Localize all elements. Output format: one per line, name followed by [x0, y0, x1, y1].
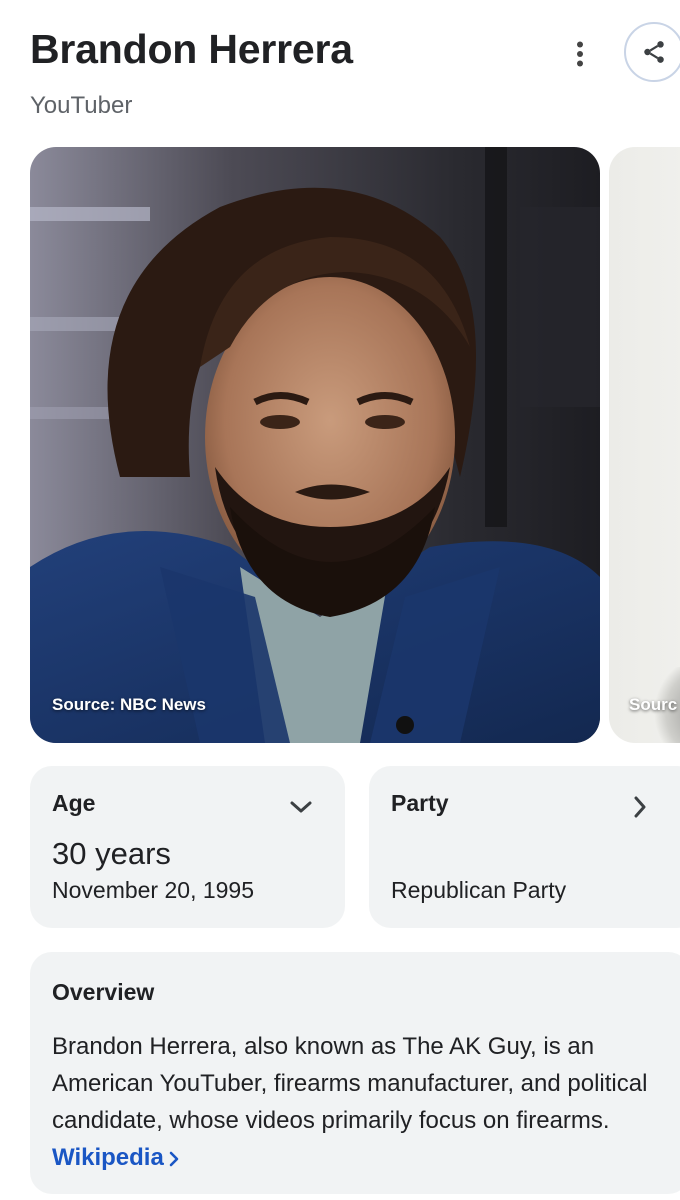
more-options-button[interactable] [560, 34, 600, 74]
entity-photo[interactable]: Source: NBC News [30, 147, 600, 743]
overview-description: Brandon Herrera, also known as The AK Gu… [52, 1033, 648, 1134]
age-card[interactable]: Age 30 years November 20, 1995 [30, 766, 345, 928]
wikipedia-link-label: Wikipedia [52, 1144, 164, 1171]
chevron-right-icon [169, 1151, 179, 1166]
next-photo[interactable]: Sourc [609, 147, 680, 743]
party-card[interactable]: Party Republican Party [369, 766, 680, 928]
chevron-right-icon [625, 792, 655, 822]
image-carousel[interactable]: Source: NBC News Sourc [30, 147, 680, 743]
portrait-image [30, 147, 600, 743]
party-label: Party [391, 790, 449, 816]
image-source-label: Sourc [629, 695, 678, 714]
wikipedia-link[interactable]: Wikipedia [52, 1144, 180, 1171]
age-label: Age [52, 790, 96, 816]
chevron-down-icon [286, 792, 316, 822]
share-button[interactable] [624, 22, 680, 82]
birth-date: November 20, 1995 [52, 877, 255, 903]
entity-subtitle: YouTuber [30, 92, 133, 119]
entity-title: Brandon Herrera [30, 26, 353, 72]
share-icon [644, 41, 664, 63]
overview-text: Brandon Herrera, also known as The AK Gu… [52, 1028, 662, 1176]
overview-card: Overview Brandon Herrera, also known as … [30, 952, 680, 1194]
more-vert-icon [577, 41, 583, 67]
overview-title: Overview [52, 979, 155, 1005]
party-value: Republican Party [391, 877, 567, 903]
image-source-label: Source: NBC News [52, 695, 206, 714]
age-value: 30 years [52, 836, 171, 871]
